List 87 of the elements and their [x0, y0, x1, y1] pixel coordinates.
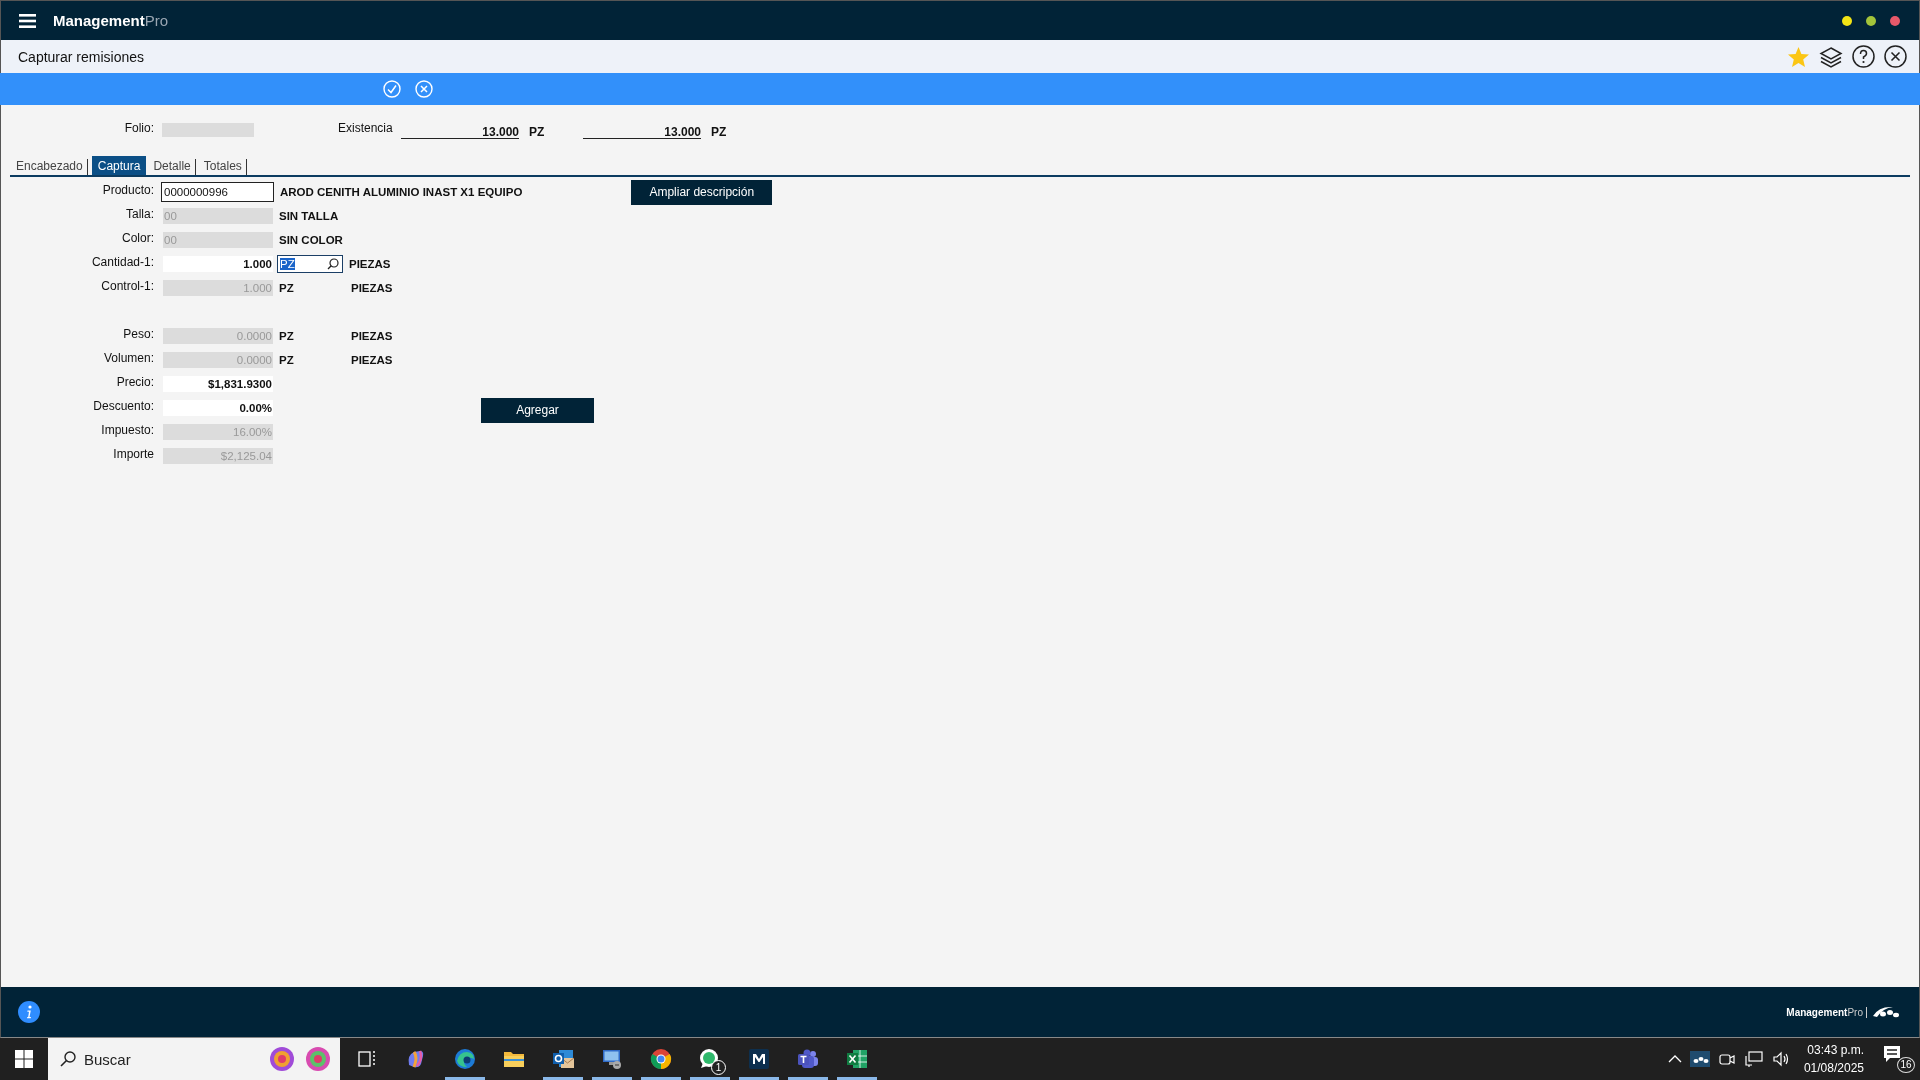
wheel-icon[interactable]: [648, 1047, 673, 1071]
running-indicator: [591, 1077, 632, 1080]
search-field[interactable]: Buscar: [84, 1050, 234, 1068]
stock-field: 13.000: [401, 121, 519, 139]
field-label: Precio:: [115, 375, 155, 389]
running-indicator: [787, 1077, 828, 1080]
item-description: SIN COLOR: [279, 234, 343, 246]
add-button[interactable]: Agregar: [481, 397, 594, 423]
input-field[interactable]: 1.000: [163, 256, 273, 272]
unit-name: PIEZAS: [351, 330, 393, 342]
swoosh-logo-icon[interactable]: [1689, 1051, 1710, 1067]
brand-name: ManagementPro: [53, 12, 169, 29]
letter-tile-icon[interactable]: [746, 1047, 771, 1071]
field-label: Peso:: [122, 327, 155, 341]
search-icon: [60, 1051, 76, 1067]
unit-label: PZ: [711, 125, 728, 139]
flower-icon: [268, 1045, 296, 1073]
count-badge: 1: [711, 1060, 726, 1075]
field-label: Existencia: [338, 121, 394, 135]
volume-icon[interactable]: [1771, 1050, 1790, 1068]
field-label: Descuento:: [92, 399, 155, 413]
readonly-field: 0.0000: [163, 328, 273, 344]
field-label: Volumen:: [102, 351, 155, 365]
swirl-icon[interactable]: [452, 1047, 477, 1071]
network-icon[interactable]: [1743, 1050, 1764, 1068]
flower-icon: [304, 1045, 332, 1073]
search-icon[interactable]: [327, 258, 339, 270]
spreadsheet-icon[interactable]: [844, 1047, 869, 1071]
folio-field[interactable]: [162, 123, 254, 137]
window-dot[interactable]: [1842, 15, 1852, 26]
field-label: Importe: [112, 447, 155, 461]
unit-label: PZ: [279, 282, 295, 294]
readonly-field: 16.00%: [163, 424, 273, 440]
people-icon[interactable]: [795, 1047, 820, 1071]
running-indicator: [444, 1077, 485, 1080]
unit-lookup-field[interactable]: PZ: [277, 255, 343, 273]
unit-label: PZ: [529, 125, 546, 139]
field-label: Producto:: [101, 183, 155, 197]
cancel-icon[interactable]: [415, 80, 433, 98]
clock-time[interactable]: 03:43 p.m.: [1807, 1041, 1864, 1059]
menu-icon[interactable]: [19, 13, 36, 28]
field-label: Talla:: [125, 207, 155, 221]
field-label: Color:: [121, 231, 155, 245]
running-indicator: [689, 1077, 730, 1080]
unit-name: PIEZAS: [351, 282, 393, 294]
unit-label: PZ: [279, 330, 295, 342]
input-field[interactable]: $1,831.9300: [163, 376, 273, 392]
field-label: Cantidad-1:: [90, 255, 155, 269]
stock-field: 13.000: [583, 121, 701, 139]
input-field[interactable]: 0.00%: [163, 400, 273, 416]
swoosh-logo-icon: [1871, 1004, 1901, 1020]
expand-description-button[interactable]: Ampliar descripción: [631, 179, 773, 205]
notification-icon[interactable]: [1882, 1044, 1902, 1064]
tab[interactable]: Captura: [91, 156, 147, 175]
field-label: Folio:: [123, 121, 155, 135]
running-indicator: [542, 1077, 583, 1080]
clock-date[interactable]: 01/08/2025: [1803, 1059, 1864, 1077]
running-indicator: [640, 1077, 681, 1080]
field-label: Impuesto:: [100, 423, 155, 437]
readonly-field: 0.0000: [163, 352, 273, 368]
confirm-icon[interactable]: [383, 80, 401, 98]
unit-label: PZ: [279, 354, 295, 366]
window-dot[interactable]: [1890, 15, 1900, 26]
help-icon[interactable]: [1852, 45, 1875, 68]
star-icon[interactable]: [1787, 45, 1810, 68]
unit-name: PIEZAS: [349, 258, 391, 270]
layers-icon[interactable]: [1819, 45, 1843, 68]
windows-logo-icon[interactable]: [15, 1050, 33, 1068]
item-description: AROD CENITH ALUMINIO INAST X1 EQUIPO: [280, 186, 523, 198]
info-icon[interactable]: [18, 1001, 40, 1023]
page-title: Capturar remisiones: [18, 48, 145, 65]
running-indicator: [836, 1077, 877, 1080]
field-label: Control-1:: [100, 279, 155, 293]
readonly-field: 00: [163, 232, 273, 248]
brand-name: ManagementPro: [1786, 1006, 1867, 1018]
unit-name: PIEZAS: [351, 354, 393, 366]
readonly-field: $2,125.04: [163, 448, 273, 464]
chevron-up-icon[interactable]: [1667, 1054, 1682, 1064]
item-description: SIN TALLA: [279, 210, 339, 222]
readonly-field: 00: [163, 208, 273, 224]
mail-icon[interactable]: [550, 1047, 575, 1071]
close-icon[interactable]: [1884, 45, 1907, 68]
running-indicator: [738, 1077, 779, 1080]
input-field[interactable]: 0000000996: [161, 182, 274, 202]
notification-count: 16: [1897, 1057, 1915, 1073]
readonly-field: 1.000: [163, 280, 273, 296]
window-dot[interactable]: [1866, 15, 1876, 26]
